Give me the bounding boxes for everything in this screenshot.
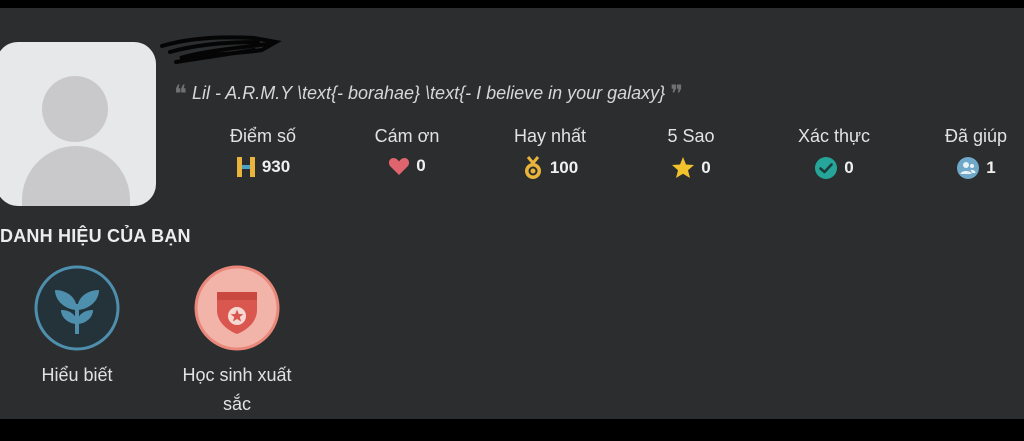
shield-star-icon bbox=[194, 265, 280, 351]
stat-thanks: Cám ơn 0 bbox=[332, 126, 482, 176]
badge-name: Học sinh xuất sắc bbox=[182, 365, 292, 414]
badge-excellent-student[interactable]: Học sinh xuất sắc bbox=[170, 264, 304, 419]
close-quote-icon: ❞ bbox=[670, 81, 684, 108]
medal-icon bbox=[524, 156, 541, 179]
stat-value: 0 bbox=[416, 156, 426, 175]
titles-heading: DANH HIỆU CỦA BẠN bbox=[0, 226, 191, 246]
heart-icon bbox=[389, 158, 410, 175]
stat-label: Hay nhất bbox=[513, 126, 587, 146]
stat-verified: Xác thực 0 bbox=[759, 126, 909, 180]
users-icon bbox=[957, 157, 980, 179]
stat-helped: Đã giúp 1 bbox=[901, 126, 1024, 180]
avatar-body bbox=[22, 146, 130, 206]
profile-panel: ❝ Lil - A.R.M.Y \text{- borahae} \text{-… bbox=[0, 8, 1024, 419]
badge-name: Hiểu biết bbox=[41, 365, 113, 385]
stat-value: 100 bbox=[549, 158, 579, 177]
stat-label: Xác thực bbox=[797, 126, 871, 146]
stat-value: 930 bbox=[261, 157, 291, 176]
redacted-username-scribble bbox=[160, 35, 282, 64]
stat-label: Cám ơn bbox=[374, 126, 440, 146]
profile-quote: ❝ Lil - A.R.M.Y \text{- borahae} \text{-… bbox=[174, 80, 994, 109]
open-quote-icon: ❝ bbox=[174, 81, 187, 108]
stat-points: Điểm số 930 bbox=[188, 126, 338, 178]
badge-knowledge[interactable]: Hiểu biết bbox=[20, 264, 134, 390]
quote-text: Lil - A.R.M.Y \text{- borahae} \text{- I… bbox=[191, 83, 666, 103]
star-icon bbox=[672, 157, 695, 178]
sprout-icon bbox=[34, 265, 120, 351]
stat-five-stars: 5 Sao 0 bbox=[616, 126, 766, 179]
verified-check-icon bbox=[815, 157, 838, 179]
avatar-head bbox=[42, 76, 108, 142]
stat-value: 0 bbox=[701, 157, 711, 177]
h-points-icon bbox=[236, 157, 255, 177]
avatar[interactable] bbox=[0, 42, 156, 206]
stat-value: 1 bbox=[986, 158, 996, 177]
stat-value: 0 bbox=[844, 158, 854, 177]
stat-label: 5 Sao bbox=[667, 126, 715, 146]
stat-label: Điểm số bbox=[229, 126, 296, 146]
stat-label: Đã giúp bbox=[944, 126, 1008, 146]
stat-best: Hay nhất 100 bbox=[475, 126, 625, 180]
